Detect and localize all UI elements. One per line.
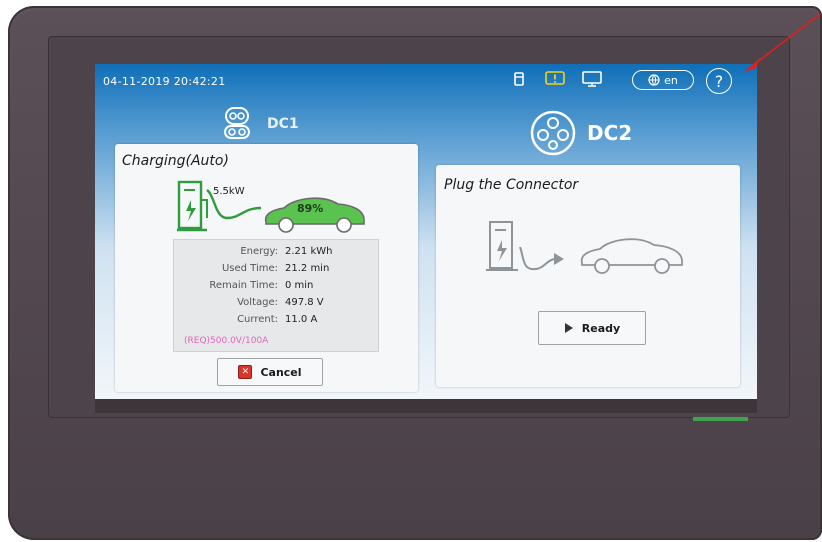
used-time-label: Used Time: <box>221 263 278 274</box>
info-row-used-time: Used Time: 21.2 min <box>174 263 380 277</box>
ready-button[interactable]: Ready <box>538 311 646 345</box>
info-row-remain-time: Remain Time: 0 min <box>174 280 380 294</box>
dc2-panel: Plug the Connector Ready <box>436 165 740 387</box>
battery-percent: 89% <box>297 202 324 215</box>
car-icon <box>576 231 688 279</box>
status-led <box>693 417 748 421</box>
charger-icon <box>486 220 520 280</box>
datetime: 04-11-2019 20:42:21 <box>103 75 226 88</box>
touch-screen: 04-11-2019 20:42:21 en ? DC1 DC2 Chargin… <box>95 64 757 399</box>
dc2-label: DC2 <box>587 121 633 145</box>
dc1-status-title: Charging(Auto) <box>122 153 229 169</box>
charging-cable <box>519 247 564 271</box>
current-label: Current: <box>237 314 278 325</box>
current-value: 11.0 A <box>285 314 318 325</box>
help-icon: ? <box>714 71 724 91</box>
car-icon <box>260 192 370 238</box>
ready-label: Ready <box>581 321 621 335</box>
charging-power: 5.5kW <box>213 186 245 197</box>
remain-time-label: Remain Time: <box>209 280 278 291</box>
dc1-panel: Charging(Auto) 5.5kW 89% Energy: 2.21 kW… <box>115 144 418 392</box>
used-time-value: 21.2 min <box>285 263 330 274</box>
help-button[interactable]: ? <box>706 68 732 94</box>
dc2-status-title: Plug the Connector <box>444 177 579 193</box>
info-row-energy: Energy: 2.21 kWh <box>174 246 380 260</box>
play-icon <box>564 323 573 333</box>
remain-time-value: 0 min <box>285 280 314 291</box>
storage-icon[interactable] <box>513 71 525 91</box>
voltage-label: Voltage: <box>237 297 278 308</box>
voltage-value: 497.8 V <box>285 297 324 308</box>
request-text: (REQ)500.0V/100A <box>184 336 269 346</box>
alert-icon[interactable] <box>545 71 565 91</box>
cancel-button[interactable]: ✕ Cancel <box>217 358 323 386</box>
language-button[interactable]: en <box>632 70 694 90</box>
charging-info-box: Energy: 2.21 kWh Used Time: 21.2 min Rem… <box>173 239 379 352</box>
energy-value: 2.21 kWh <box>285 246 333 257</box>
connector-icon <box>530 110 576 160</box>
language-label: en <box>664 73 678 87</box>
dc1-label: DC1 <box>267 116 299 132</box>
monitor-icon[interactable] <box>581 71 603 91</box>
info-row-voltage: Voltage: 497.8 V <box>174 297 380 311</box>
cancel-label: Cancel <box>260 365 302 379</box>
annotation-arrow-icon <box>744 13 821 72</box>
connector-icon <box>221 106 253 144</box>
info-row-current: Current: 11.0 A <box>174 314 380 328</box>
globe-icon <box>648 74 660 86</box>
energy-label: Energy: <box>240 246 278 257</box>
screen-bottom-strip <box>95 399 757 413</box>
cancel-x-icon: ✕ <box>238 365 253 379</box>
